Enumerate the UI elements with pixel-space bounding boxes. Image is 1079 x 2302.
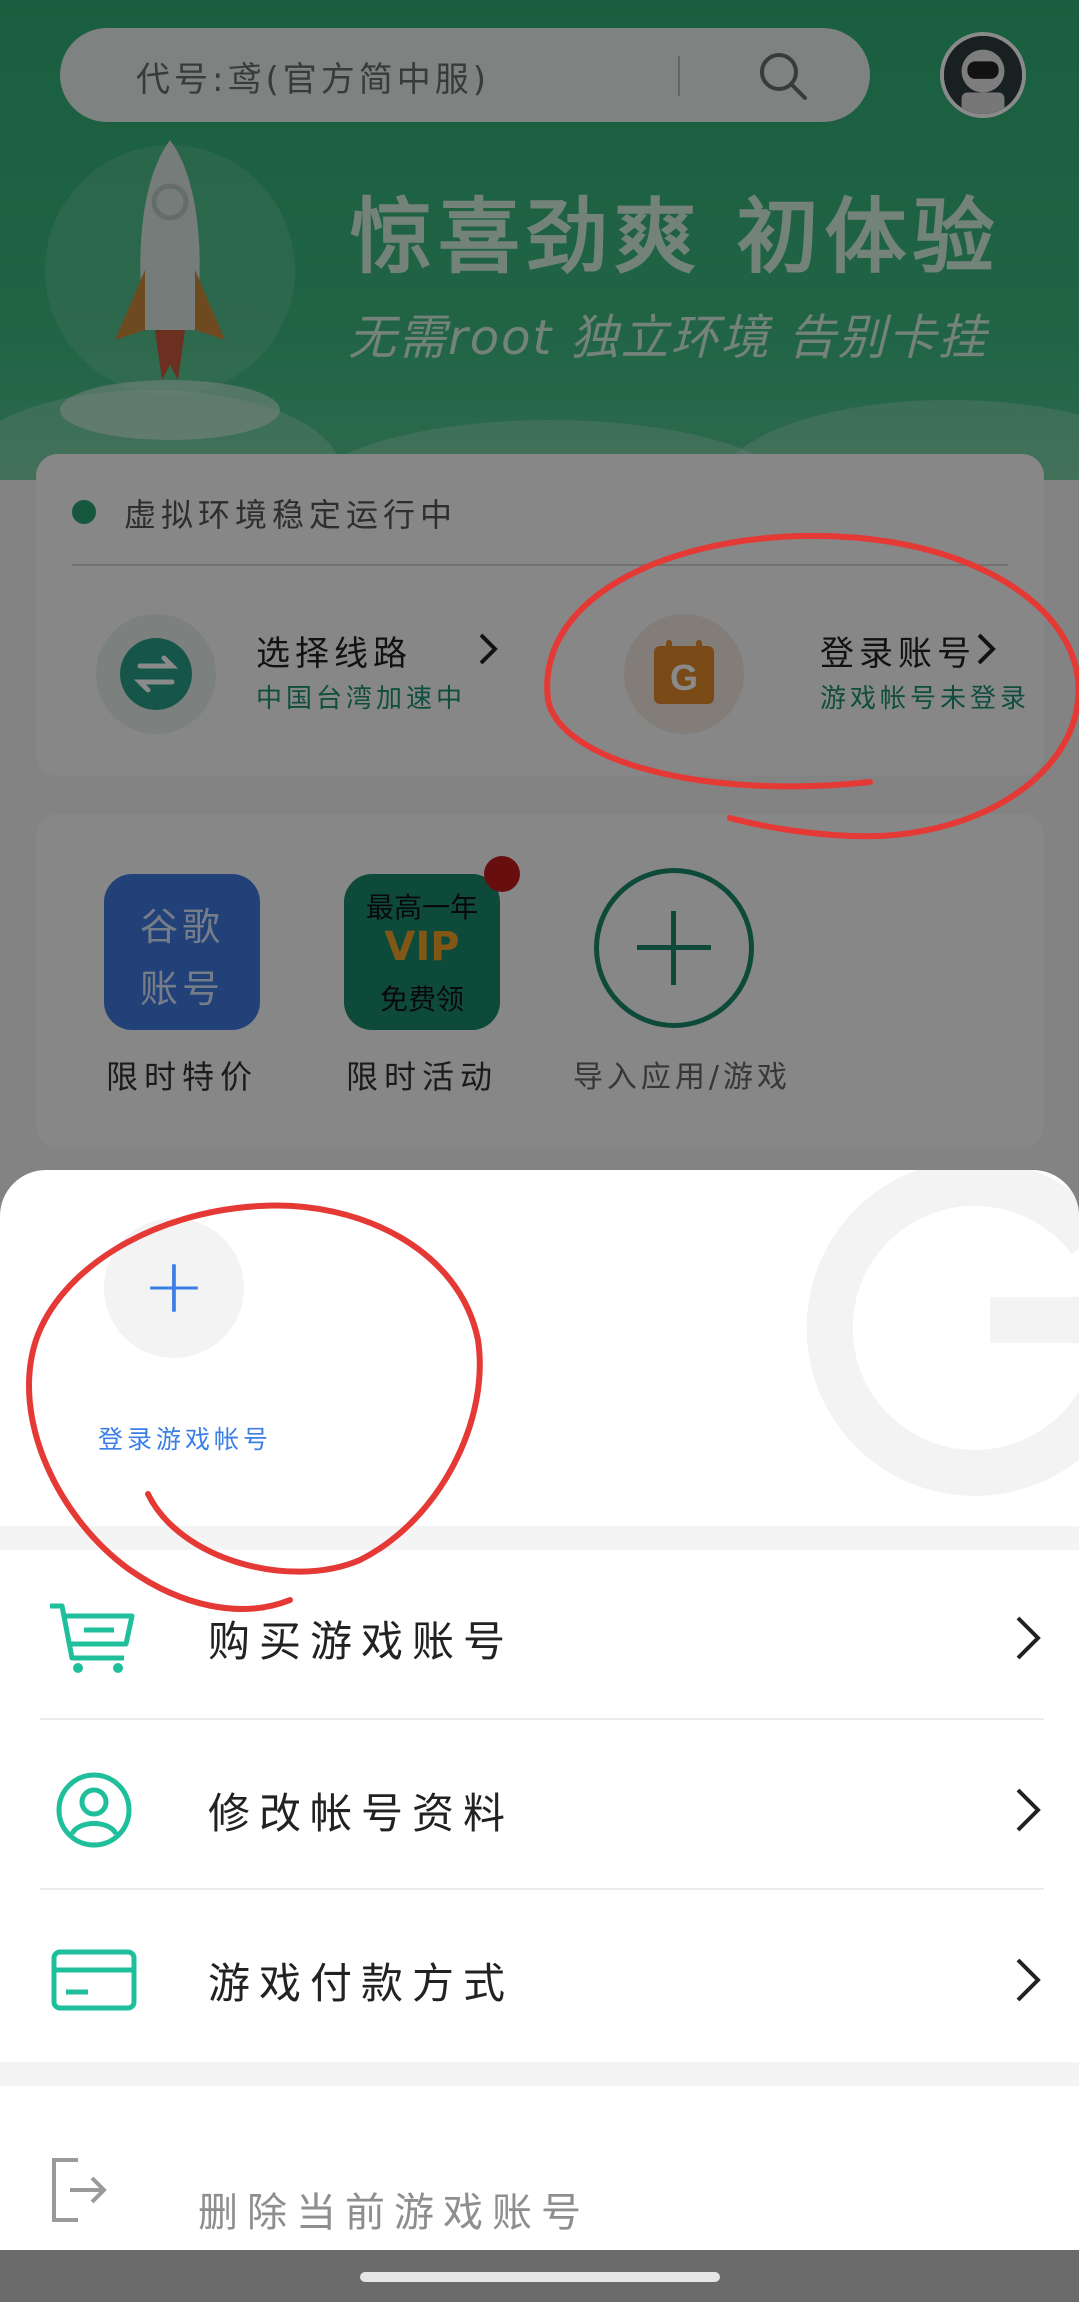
menu-label: 游戏付款方式 (208, 1959, 515, 2008)
section-divider (0, 2062, 1079, 2086)
system-nav-bar (0, 2250, 1079, 2302)
chevron-right-icon (1016, 1788, 1041, 1832)
menu-label: 修改帐号资料 (208, 1789, 515, 1838)
account-bottom-sheet: + 登录游戏帐号 购买游戏账号 修改帐号资料 游戏付款方式 删除当前游戏账号 (0, 1170, 1079, 2250)
modal-overlay[interactable] (0, 0, 1079, 1300)
home-indicator[interactable] (360, 2272, 720, 2282)
section-divider (0, 1526, 1079, 1550)
row-divider (40, 1888, 1044, 1890)
cart-icon (50, 1603, 135, 1673)
delete-account-button[interactable]: 删除当前游戏账号 (0, 2086, 1079, 2250)
menu-label: 购买游戏账号 (208, 1617, 515, 1666)
card-icon (51, 1949, 137, 2011)
add-account-button[interactable]: + (104, 1218, 244, 1358)
menu-buy-account[interactable]: 购买游戏账号 (0, 1550, 1079, 1720)
menu-edit-profile[interactable]: 修改帐号资料 (0, 1722, 1079, 1892)
delete-account-label: 删除当前游戏账号 (198, 2190, 590, 2236)
login-game-account-label[interactable]: 登录游戏帐号 (98, 1420, 272, 1456)
menu-payment-methods[interactable]: 游戏付款方式 (0, 1892, 1079, 2062)
logout-icon (52, 2158, 107, 2222)
google-g-icon (806, 1170, 1079, 1496)
chevron-right-icon (1016, 1616, 1041, 1660)
row-divider (40, 1718, 1044, 1720)
chevron-right-icon (1016, 1958, 1041, 2002)
plus-icon: + (142, 1241, 206, 1330)
user-icon (56, 1772, 132, 1848)
